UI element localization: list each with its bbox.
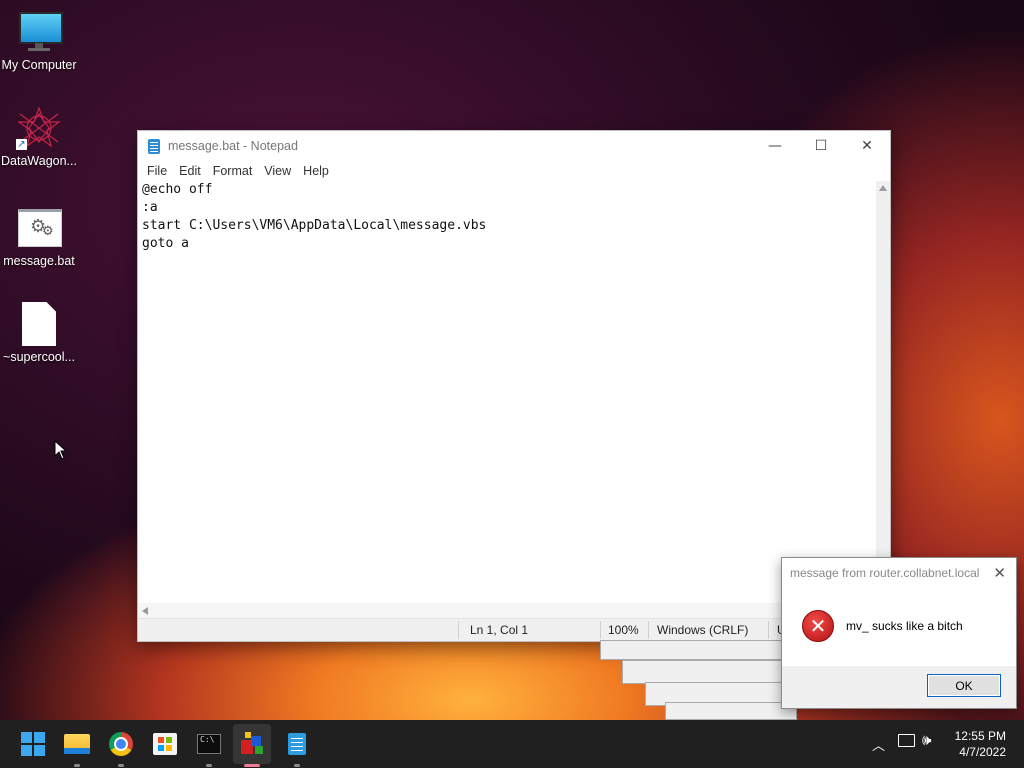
time: 12:55 PM bbox=[954, 729, 1006, 743]
scroll-up-arrow-icon[interactable] bbox=[879, 185, 887, 191]
date: 4/7/2022 bbox=[959, 745, 1006, 759]
error-icon: ✕ bbox=[802, 610, 834, 642]
start-icon[interactable] bbox=[19, 730, 47, 758]
datawagon-icon: ↗ bbox=[16, 106, 62, 150]
clock[interactable]: 12:55 PM 4/7/2022 bbox=[955, 728, 1006, 760]
vertical-scrollbar[interactable] bbox=[876, 181, 890, 603]
blank-file-icon bbox=[16, 302, 62, 346]
terminal-icon[interactable]: C:\ bbox=[195, 730, 223, 758]
desktop-icon-message-bat[interactable]: ⚙ ⚙ message.bat bbox=[0, 206, 78, 268]
dialog-title: message from router.collabnet.local bbox=[790, 566, 980, 580]
volume-icon[interactable]: 🕪 bbox=[922, 732, 931, 749]
desktop-icon-label: DataWagon... bbox=[1, 154, 77, 168]
maximize-button[interactable]: ☐ bbox=[798, 131, 844, 161]
desktop-icon-label: My Computer bbox=[1, 58, 77, 72]
desktop-icon-label: ~supercool... bbox=[3, 350, 75, 364]
dialog-close-button[interactable]: ✕ bbox=[993, 564, 1006, 582]
menu-bar: File Edit Format View Help bbox=[138, 161, 890, 181]
batch-file-icon: ⚙ ⚙ bbox=[16, 206, 62, 250]
desktop-icon-datawagon[interactable]: ↗ DataWagon... bbox=[0, 106, 78, 168]
desktop-icon-supercool[interactable]: ~supercool... bbox=[0, 302, 78, 364]
notepad-icon[interactable] bbox=[283, 730, 311, 758]
close-button[interactable]: ✕ bbox=[844, 131, 890, 161]
running-indicator bbox=[294, 764, 300, 767]
window-title: message.bat - Notepad bbox=[168, 139, 298, 153]
editor-line: goto a bbox=[142, 236, 189, 251]
menu-file[interactable]: File bbox=[141, 164, 173, 178]
menu-edit[interactable]: Edit bbox=[173, 164, 207, 178]
running-indicator bbox=[206, 764, 212, 767]
running-indicator bbox=[74, 764, 80, 767]
editor-line: @echo off bbox=[142, 182, 213, 197]
ok-button[interactable]: OK bbox=[927, 674, 1001, 697]
notepad-window[interactable]: message.bat - Notepad — ☐ ✕ File Edit Fo… bbox=[137, 130, 891, 642]
file-explorer-icon[interactable] bbox=[63, 730, 91, 758]
menu-view[interactable]: View bbox=[258, 164, 297, 178]
line-endings: Windows (CRLF) bbox=[657, 623, 749, 637]
network-icon[interactable] bbox=[898, 734, 915, 747]
cursor-position: Ln 1, Col 1 bbox=[470, 623, 529, 637]
active-indicator bbox=[244, 764, 260, 767]
dialog-message: mv_ sucks like a bitch bbox=[846, 619, 963, 633]
status-bar: Ln 1, Col 1 100% Windows (CRLF) U bbox=[138, 618, 890, 641]
menu-help[interactable]: Help bbox=[297, 164, 335, 178]
running-indicator bbox=[118, 764, 124, 767]
notepad-titlebar[interactable]: message.bat - Notepad — ☐ ✕ bbox=[138, 131, 890, 161]
horizontal-scrollbar[interactable] bbox=[138, 603, 876, 619]
desktop-icon-my-computer[interactable]: My Computer bbox=[0, 10, 78, 72]
chevron-up-icon[interactable]: ︿ bbox=[872, 735, 885, 754]
menu-format[interactable]: Format bbox=[207, 164, 259, 178]
store-icon[interactable] bbox=[151, 730, 179, 758]
notepad-icon bbox=[148, 138, 160, 154]
editor-line: :a bbox=[142, 200, 158, 215]
scroll-left-arrow-icon[interactable] bbox=[142, 607, 148, 615]
active-app-icon[interactable] bbox=[238, 730, 266, 758]
taskbar: C:\ ︿ 🕪 12:55 PM 4/7/2022 bbox=[0, 720, 1024, 768]
text-editor[interactable]: @echo off :a start C:\Users\VM6\AppData\… bbox=[138, 181, 876, 603]
message-dialog[interactable]: message from router.collabnet.local ✕ ✕ … bbox=[781, 557, 1017, 709]
monitor-icon bbox=[16, 10, 63, 54]
desktop-icon-label: message.bat bbox=[3, 254, 75, 268]
stacked-window bbox=[600, 640, 792, 660]
zoom-level: 100% bbox=[608, 623, 639, 637]
stacked-window bbox=[665, 702, 797, 720]
mouse-cursor-icon bbox=[54, 440, 66, 460]
editor-line: start C:\Users\VM6\AppData\Local\message… bbox=[142, 218, 487, 233]
chrome-icon[interactable] bbox=[107, 730, 135, 758]
stacked-window bbox=[622, 660, 794, 684]
minimize-button[interactable]: — bbox=[752, 131, 798, 161]
